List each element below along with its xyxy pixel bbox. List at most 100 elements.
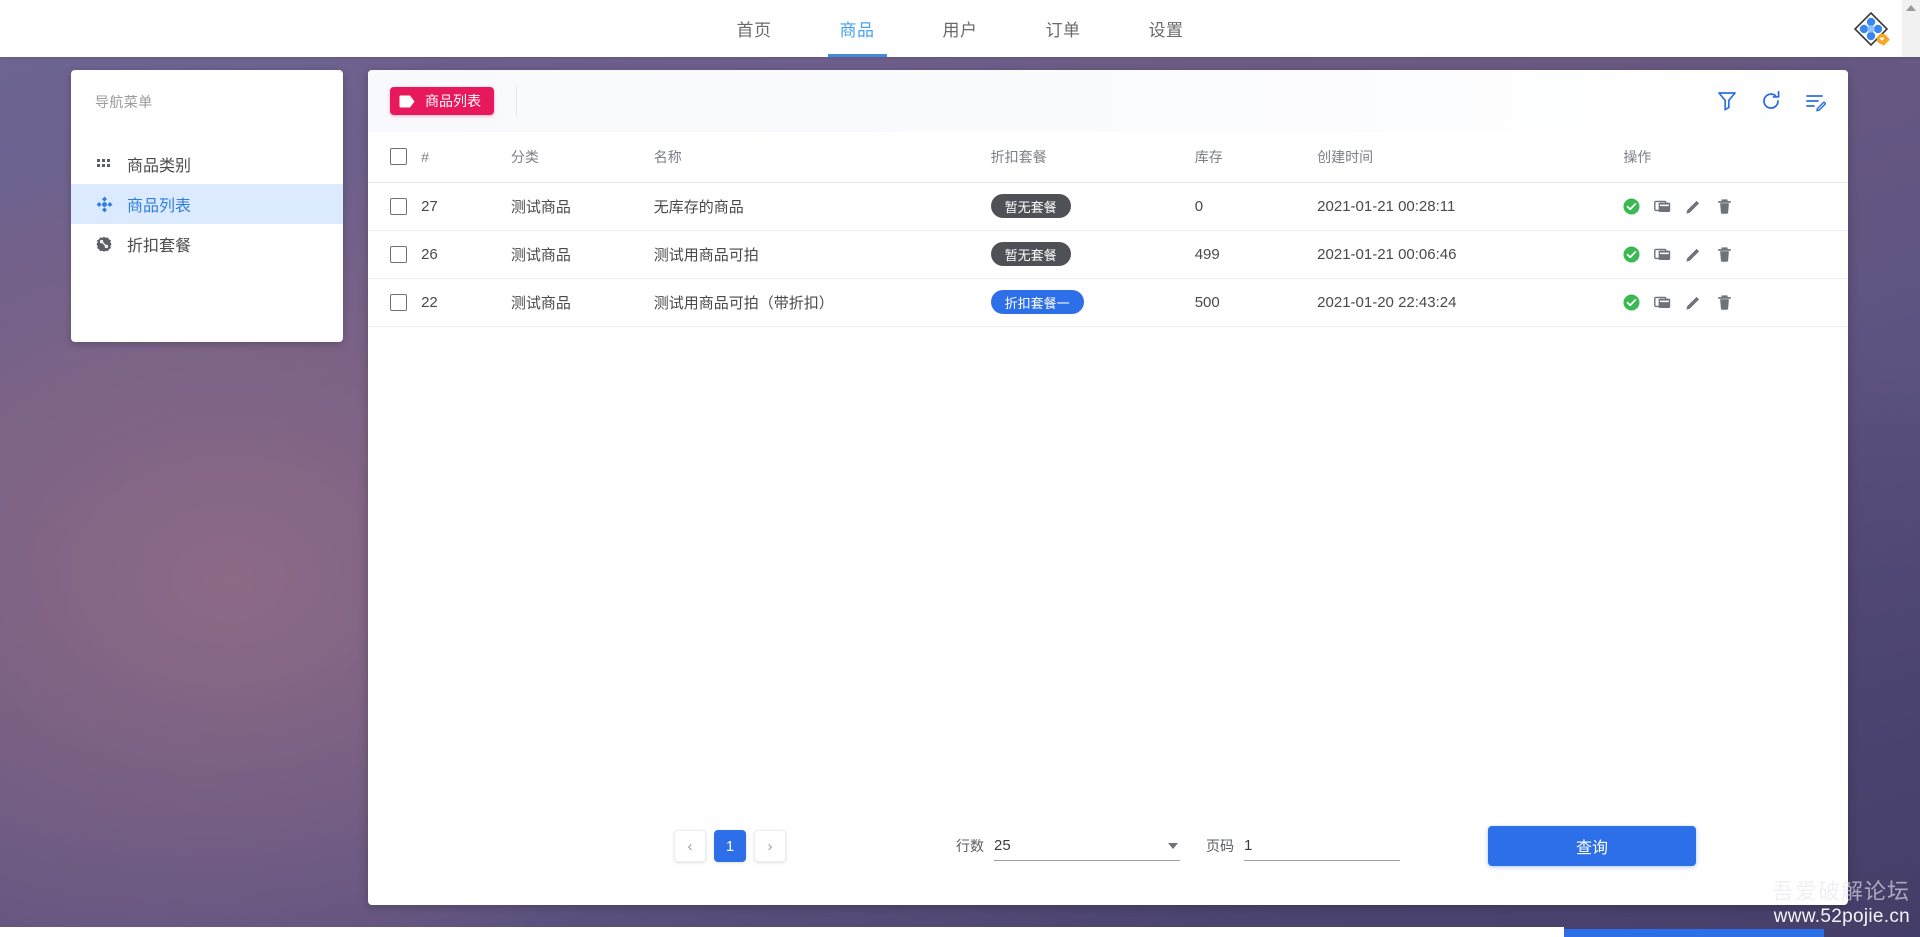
table-header-row: # 分类 名称 折扣套餐 库存 创建时间 操作	[368, 132, 1848, 183]
cell-package: 折扣套餐一	[990, 278, 1195, 327]
page-number-button[interactable]: 1	[714, 830, 746, 862]
cell-stock: 499	[1194, 230, 1318, 279]
nav-item-home[interactable]: 首页	[703, 0, 806, 57]
cell-created: 2021-01-20 22:43:24	[1317, 278, 1624, 327]
cell-actions	[1623, 278, 1848, 327]
table-footer: ‹ 1 › 行数 页码 查询	[368, 787, 1848, 905]
page-label: 页码	[1206, 837, 1234, 854]
header-category[interactable]: 分类	[510, 132, 654, 183]
header-stock[interactable]: 库存	[1194, 132, 1318, 183]
caret-down-icon[interactable]	[1168, 842, 1178, 849]
header-created[interactable]: 创建时间	[1317, 132, 1624, 183]
table-empty-space	[368, 327, 1848, 797]
desktop-bottom-strip	[0, 927, 1564, 937]
row-checkbox[interactable]	[390, 197, 407, 215]
status-check-icon[interactable]	[1623, 246, 1640, 263]
rows-input[interactable]	[994, 831, 1144, 860]
tag-icon	[399, 95, 415, 107]
package-badge: 折扣套餐一	[990, 290, 1084, 314]
table-row[interactable]: 27 测试商品 无库存的商品 暂无套餐 0 2021-01-21 00:28:1…	[368, 182, 1848, 231]
app-logo-icon[interactable]	[1852, 10, 1890, 48]
product-list-chip-label: 商品列表	[425, 93, 481, 109]
row-checkbox[interactable]	[390, 293, 407, 311]
copy-card-icon[interactable]	[1654, 246, 1671, 263]
delete-trash-icon[interactable]	[1716, 198, 1733, 215]
delete-trash-icon[interactable]	[1716, 294, 1733, 311]
refresh-icon[interactable]	[1760, 90, 1782, 112]
cell-category: 测试商品	[510, 230, 654, 279]
edit-pencil-icon[interactable]	[1685, 246, 1702, 263]
header-id[interactable]: #	[421, 132, 511, 183]
cell-category: 测试商品	[510, 278, 654, 327]
toolbar-divider	[516, 86, 517, 116]
scroll-up-icon[interactable]	[1902, 0, 1920, 57]
pagination-controls: ‹ 1 ›	[674, 830, 786, 862]
copy-card-icon[interactable]	[1654, 294, 1671, 311]
header-actions: 操作	[1623, 132, 1848, 183]
sidebar-menu: 商品类别 商品列表 折扣套餐	[71, 144, 343, 264]
nav-item-users[interactable]: 用户	[909, 0, 1012, 57]
table-row[interactable]: 26 测试商品 测试用商品可拍 暂无套餐 499 2021-01-21 00:0…	[368, 230, 1848, 279]
content-toolbar: 商品列表	[368, 70, 1848, 132]
page-input-wrap[interactable]	[1244, 831, 1400, 861]
chevron-left-icon[interactable]: ‹	[674, 830, 706, 862]
main-content-card: 商品列表 # 分类 名称 折扣套餐 库存 创建时间 操作 27 测试商品 无库存…	[368, 70, 1848, 905]
nav-item-settings[interactable]: 设置	[1115, 0, 1218, 57]
edit-pencil-icon[interactable]	[1685, 198, 1702, 215]
header-package[interactable]: 折扣套餐	[990, 132, 1195, 183]
nav-item-label: 用户	[942, 21, 978, 40]
query-button[interactable]: 查询	[1488, 826, 1696, 866]
sidebar-item-label: 折扣套餐	[127, 238, 192, 255]
sidebar-title: 导航菜单	[95, 94, 153, 110]
product-list-chip[interactable]: 商品列表	[390, 87, 494, 115]
product-table: # 分类 名称 折扣套餐 库存 创建时间 操作 27 测试商品 无库存的商品 暂…	[368, 132, 1848, 327]
cell-id: 22	[421, 278, 511, 327]
edit-pencil-icon[interactable]	[1685, 294, 1702, 311]
gear-percent-icon	[95, 235, 113, 253]
status-check-icon[interactable]	[1623, 294, 1640, 311]
nav-item-orders[interactable]: 订单	[1012, 0, 1115, 57]
delete-trash-icon[interactable]	[1716, 246, 1733, 263]
select-all-checkbox[interactable]	[390, 148, 407, 166]
sidebar-item-label: 商品类别	[127, 158, 192, 175]
table-body: 27 测试商品 无库存的商品 暂无套餐 0 2021-01-21 00:28:1…	[368, 182, 1848, 327]
nav-item-products[interactable]: 商品	[806, 0, 909, 57]
scroll-up-triangle	[1906, 5, 1916, 11]
sidebar-item-product-category[interactable]: 商品类别	[71, 144, 343, 184]
sidebar-item-product-list[interactable]: 商品列表	[71, 184, 343, 224]
sidebar-panel: 导航菜单 商品类别 商品列表 折扣套餐	[71, 70, 343, 342]
cell-package: 暂无套餐	[990, 230, 1195, 279]
chevron-right-icon[interactable]: ›	[754, 830, 786, 862]
edit-list-icon[interactable]	[1804, 90, 1826, 112]
cell-actions	[1623, 230, 1848, 279]
watermark-line-2: www.52pojie.cn	[1773, 905, 1910, 927]
copy-card-icon[interactable]	[1654, 198, 1671, 215]
package-badge: 暂无套餐	[990, 194, 1071, 218]
page-input[interactable]	[1244, 831, 1394, 860]
cell-created: 2021-01-21 00:28:11	[1317, 182, 1624, 231]
header-select-all	[368, 132, 422, 183]
table-header: # 分类 名称 折扣套餐 库存 创建时间 操作	[368, 132, 1848, 183]
cell-name: 测试用商品可拍（带折扣）	[653, 278, 991, 327]
row-select-cell	[368, 230, 422, 279]
row-select-cell	[368, 182, 422, 231]
cell-stock: 500	[1194, 278, 1318, 327]
taskbar-highlight	[1564, 929, 1824, 937]
diamond-cluster-icon	[95, 195, 113, 213]
status-check-icon[interactable]	[1623, 198, 1640, 215]
top-navigation-bar: 首页 商品 用户 订单 设置	[0, 0, 1920, 57]
sidebar-item-discount-package[interactable]: 折扣套餐	[71, 224, 343, 264]
cell-id: 27	[421, 182, 511, 231]
header-name[interactable]: 名称	[653, 132, 991, 183]
row-select-cell	[368, 278, 422, 327]
row-checkbox[interactable]	[390, 245, 407, 263]
package-badge: 暂无套餐	[990, 242, 1071, 266]
nav-items: 首页 商品 用户 订单 设置	[703, 0, 1218, 57]
rows-select[interactable]	[994, 831, 1180, 861]
cell-package: 暂无套餐	[990, 182, 1195, 231]
filter-icon[interactable]	[1716, 90, 1738, 112]
rows-label: 行数	[956, 837, 984, 854]
cell-name: 测试用商品可拍	[653, 230, 991, 279]
table-row[interactable]: 22 测试商品 测试用商品可拍（带折扣） 折扣套餐一 500 2021-01-2…	[368, 278, 1848, 327]
